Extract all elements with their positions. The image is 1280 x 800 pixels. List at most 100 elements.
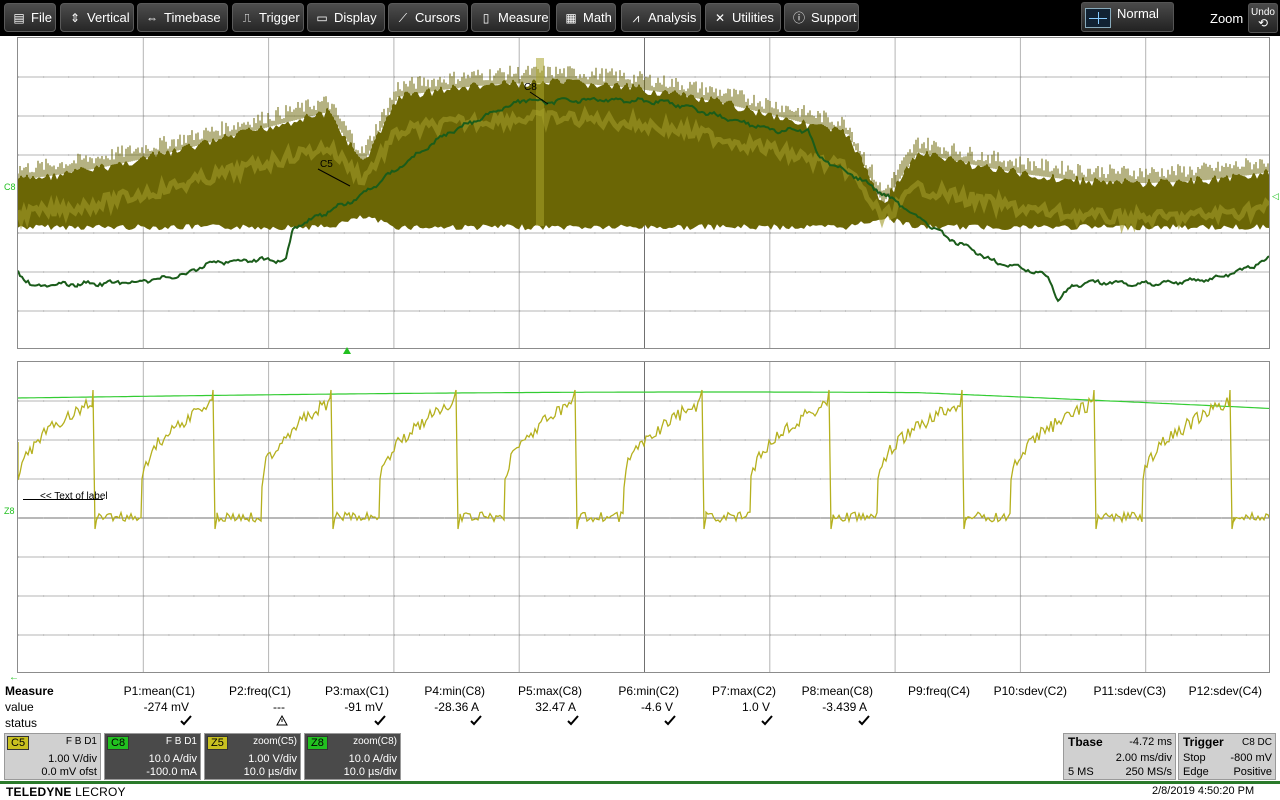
menu-cursors-button[interactable]: ⟋ Cursors bbox=[388, 3, 468, 32]
main-waveform-canvas: C5 C8 bbox=[18, 38, 1269, 348]
trigger-title: Trigger bbox=[1183, 735, 1224, 749]
channel-scale: 10.0 A/div bbox=[348, 753, 397, 765]
menu-trigger-button[interactable]: ⎍ Trigger bbox=[232, 3, 304, 32]
menu-vertical-button[interactable]: ⇕ Vertical bbox=[60, 3, 134, 32]
channel-descriptor-z5[interactable]: Z5 zoom(C5) 1.00 V/div 10.0 µs/div bbox=[204, 733, 301, 780]
measure-value-4: -28.36 A bbox=[434, 700, 479, 714]
trigger-mode-button[interactable]: Normal bbox=[1081, 2, 1174, 32]
channel-flags: F B D1 bbox=[165, 736, 197, 747]
channel-descriptor-c5[interactable]: C5 F B D1 1.00 V/div 0.0 mV ofst bbox=[4, 733, 101, 780]
measure-param-2[interactable]: P2:freq(C1) bbox=[229, 684, 291, 698]
measure-param-7[interactable]: P7:max(C2) bbox=[712, 684, 776, 698]
menu-bar: ▤ File ⇕ Vertical ⇔ Timebase ⎍ Trigger ▭ Disp… bbox=[0, 0, 1280, 36]
brand-logo: TELEDYNE LECROY bbox=[6, 785, 126, 799]
zoom-region-band bbox=[536, 58, 544, 226]
z8-offset-marker[interactable]: Z8 bbox=[4, 506, 15, 516]
measure-param-3[interactable]: P3:max(C1) bbox=[325, 684, 389, 698]
menu-math-button[interactable]: ▦ Math bbox=[556, 3, 616, 32]
text-label-leader bbox=[23, 499, 103, 500]
trigger-type: Edge bbox=[1183, 766, 1209, 778]
measure-value-5: 32.47 A bbox=[535, 700, 576, 714]
channel-scale: 1.00 V/div bbox=[48, 753, 97, 765]
channel-offset: -100.0 mA bbox=[146, 766, 197, 778]
timebase-per-div: 2.00 ms/div bbox=[1115, 752, 1172, 764]
timebase-descriptor[interactable]: Tbase -4.72 ms 2.00 ms/div 5 MS 250 MS/s bbox=[1063, 733, 1176, 780]
timebase-rate: 250 MS/s bbox=[1125, 766, 1172, 778]
measure-param-5[interactable]: P5:max(C8) bbox=[518, 684, 582, 698]
measure-param-9[interactable]: P9:freq(C4) bbox=[908, 684, 970, 698]
channel-offset: 0.0 mV ofst bbox=[41, 766, 97, 778]
menu-timebase-button[interactable]: ⇔ Timebase bbox=[137, 3, 228, 32]
measure-value-1: -274 mV bbox=[143, 700, 189, 714]
trigger-mode-label: Normal bbox=[1117, 6, 1159, 21]
timebase-samples: 5 MS bbox=[1068, 766, 1094, 778]
file-icon: ▤ bbox=[13, 11, 25, 25]
channel-scale: 10.0 A/div bbox=[148, 753, 197, 765]
trigger-icon: ⎍ bbox=[242, 11, 252, 25]
trigger-position-marker[interactable] bbox=[343, 347, 351, 354]
text-label-annotation[interactable]: << Text of label bbox=[40, 491, 108, 502]
trigger-descriptor[interactable]: Trigger C8 DC Stop -800 mV Edge Positive bbox=[1178, 733, 1276, 780]
measure-param-8[interactable]: P8:mean(C8) bbox=[802, 684, 873, 698]
measure-param-11[interactable]: P11:sdev(C3) bbox=[1094, 684, 1166, 698]
measure-value-3: -91 mV bbox=[344, 700, 383, 714]
measure-param-1[interactable]: P1:mean(C1) bbox=[124, 684, 195, 698]
menu-support-button[interactable]: ⓘ Support bbox=[784, 3, 859, 32]
menu-measure-button[interactable]: ▯ Measure bbox=[471, 3, 550, 32]
zoom-label: Zoom bbox=[1210, 11, 1244, 26]
main-waveform-grid[interactable]: C5 C8 bbox=[17, 37, 1270, 349]
cursors-icon: ⟋ bbox=[398, 11, 408, 25]
channel-offset: 10.0 µs/div bbox=[343, 766, 397, 778]
measure-value-8: -3.439 A bbox=[822, 700, 867, 714]
measure-icon: ▯ bbox=[482, 11, 490, 25]
trigger-level: -800 mV bbox=[1230, 752, 1272, 764]
undo-button[interactable]: Undo ⟲ bbox=[1248, 3, 1278, 33]
menu-utilities-button[interactable]: ✕ Utilities bbox=[705, 3, 781, 32]
measure-param-10[interactable]: P10:sdev(C2) bbox=[994, 684, 1067, 698]
undo-icon: ⟲ bbox=[1257, 16, 1269, 30]
measure-param-4[interactable]: P4:min(C8) bbox=[424, 684, 485, 698]
menu-analysis-button[interactable]: ⩘ Analysis bbox=[621, 3, 701, 32]
vertical-arrows-icon: ⇕ bbox=[69, 11, 81, 25]
trace-label-c8-text: C8 bbox=[524, 82, 537, 93]
menu-file-button[interactable]: ▤ File bbox=[4, 3, 56, 32]
measure-value-6: -4.6 V bbox=[640, 700, 673, 714]
status-check-icon bbox=[374, 715, 386, 729]
zoom-scroll-left-icon[interactable]: ← bbox=[9, 672, 19, 683]
channel-descriptor-c8[interactable]: C8 F B D1 10.0 A/div -100.0 mA bbox=[104, 733, 201, 780]
trigger-mode: Stop bbox=[1183, 752, 1206, 764]
measure-value-row-label: value bbox=[5, 700, 34, 714]
footer-divider bbox=[0, 781, 1280, 784]
measure-param-6[interactable]: P6:min(C2) bbox=[618, 684, 679, 698]
channel-flags: zoom(C8) bbox=[353, 736, 397, 747]
zoom-waveform-canvas bbox=[18, 362, 1269, 672]
c8-level-marker[interactable]: ◁ bbox=[1272, 191, 1279, 202]
trace-label-c5-text: C5 bbox=[320, 159, 333, 170]
status-warning-icon bbox=[276, 714, 288, 729]
scope-screen-icon bbox=[1085, 8, 1111, 28]
measure-value-7: 1.0 V bbox=[741, 700, 770, 714]
channel-flags: zoom(C5) bbox=[253, 736, 297, 747]
menu-display-button[interactable]: ▭ Display bbox=[307, 3, 385, 32]
zoom-waveform-grid[interactable]: << Text of label bbox=[17, 361, 1270, 673]
measure-param-12[interactable]: P12:sdev(C4) bbox=[1189, 684, 1262, 698]
trigger-source: C8 DC bbox=[1241, 737, 1272, 748]
status-check-icon bbox=[180, 715, 192, 729]
measure-table[interactable]: Measure value status P1:mean(C1) -274 mV P… bbox=[0, 683, 1280, 731]
channel-tag: C5 bbox=[7, 736, 30, 750]
channel-tag: C8 bbox=[107, 736, 130, 750]
status-check-icon bbox=[664, 715, 676, 729]
status-check-icon bbox=[567, 715, 579, 729]
status-check-icon bbox=[858, 715, 870, 729]
horizontal-arrows-icon: ⇔ bbox=[146, 11, 158, 25]
channel-descriptor-z8[interactable]: Z8 zoom(C8) 10.0 A/div 10.0 µs/div bbox=[304, 733, 401, 780]
math-icon: ▦ bbox=[565, 11, 577, 25]
channel-tag: Z5 bbox=[207, 736, 228, 750]
info-icon: ⓘ bbox=[792, 11, 805, 25]
utilities-icon: ✕ bbox=[714, 11, 726, 25]
display-icon: ▭ bbox=[316, 11, 328, 25]
c8-offset-marker[interactable]: C8 bbox=[4, 182, 16, 192]
measure-status-row-label: status bbox=[5, 716, 38, 730]
channel-offset: 10.0 µs/div bbox=[243, 766, 297, 778]
analysis-icon: ⩘ bbox=[632, 11, 640, 25]
